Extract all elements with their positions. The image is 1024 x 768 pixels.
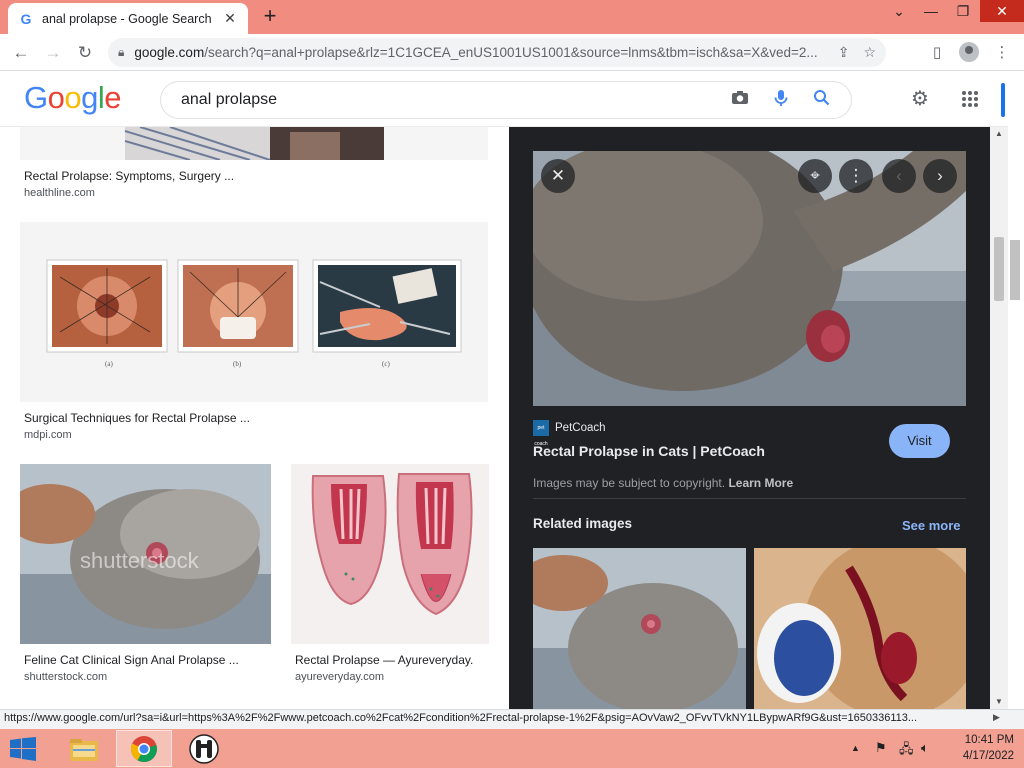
back-button[interactable]: ← (8, 40, 34, 66)
result-caption[interactable]: Rectal Prolapse: Symptoms, Surgery ... (24, 169, 234, 183)
url-host: google.com (134, 45, 205, 60)
result-source[interactable]: shutterstock.com (24, 671, 107, 683)
tab-search-chevron-icon[interactable]: ⌄ (882, 0, 916, 22)
image-results-grid: Rectal Prolapse: Symptoms, Surgery ... h… (0, 127, 509, 709)
app-taskbar-icon[interactable] (176, 730, 232, 767)
address-bar[interactable]: 🔒︎ google.com/search?q=anal+prolapse&rlz… (108, 38, 886, 67)
reload-button[interactable]: ↻ (72, 40, 98, 66)
logo-letter: e (104, 80, 122, 115)
learn-more-link[interactable]: Learn More (728, 476, 793, 490)
tray-overflow-icon[interactable]: ▲ (851, 743, 860, 753)
clock-date: 4/17/2022 (962, 750, 1014, 762)
logo-letter: o (64, 80, 82, 115)
status-bar: https://www.google.com/url?sa=i&url=http… (0, 709, 1024, 729)
google-header: Google anal prolapse ⚙ (0, 71, 1008, 127)
scroll-up-arrow-icon[interactable]: ▲ (990, 127, 1008, 141)
result-source[interactable]: mdpi.com (24, 429, 72, 441)
related-image[interactable] (533, 548, 746, 709)
related-images-heading: Related images (533, 516, 633, 531)
volume-icon[interactable]: 🔈︎ (921, 740, 929, 756)
copyright-notice: Images may be subject to copyright. Lear… (533, 476, 793, 490)
google-favicon-icon: G (20, 10, 32, 27)
status-link-url: https://www.google.com/url?sa=i&url=http… (4, 712, 918, 724)
shutterstock-watermark: shutterstock (80, 548, 200, 573)
divider (533, 498, 966, 499)
tab-close-icon[interactable]: ✕ (222, 10, 238, 27)
camera-lens-icon[interactable] (728, 88, 752, 112)
browser-titlebar: G anal prolapse - Google Search ✕ + ⌄ — … (0, 0, 1024, 34)
close-preview-icon[interactable]: ✕ (541, 159, 575, 193)
result-caption[interactable]: Surgical Techniques for Rectal Prolapse … (24, 411, 250, 425)
lens-search-icon[interactable]: ⌖ (798, 159, 832, 193)
result-caption[interactable]: Feline Cat Clinical Sign Anal Prolapse .… (24, 653, 239, 667)
more-options-icon[interactable]: ⋮ (839, 159, 873, 193)
flag-notification-icon[interactable]: ⚑ (875, 740, 887, 756)
screen: G anal prolapse - Google Search ✕ + ⌄ — … (0, 0, 1024, 768)
address-url[interactable]: google.com/search?q=anal+prolapse&rlz=1C… (134, 45, 823, 60)
search-input[interactable]: anal prolapse (181, 91, 728, 109)
petcoach-logo-icon: pet coach (533, 420, 549, 447)
logo-letter: G (24, 80, 48, 115)
google-logo[interactable]: Google (24, 80, 122, 116)
see-more-link[interactable]: See more (902, 518, 961, 533)
result-source[interactable]: ayureveryday.com (295, 671, 384, 683)
browser-toolbar: ← → ↻ 🔒︎ google.com/search?q=anal+prolap… (0, 34, 1024, 71)
source-site-name: PetCoach (555, 422, 606, 434)
settings-gear-icon[interactable]: ⚙ (908, 87, 932, 111)
microphone-icon[interactable] (769, 88, 793, 112)
file-explorer-icon[interactable] (56, 730, 112, 767)
profile-avatar[interactable] (959, 42, 979, 62)
lock-icon[interactable]: 🔒︎ (118, 45, 124, 60)
source-site[interactable]: pet coach PetCoach (533, 420, 606, 447)
figure-label: (c) (382, 360, 390, 368)
scroll-right-arrow-icon[interactable]: ▶ (993, 712, 1000, 723)
browser-menu-icon[interactable]: ⋮ (990, 41, 1014, 65)
minimize-button[interactable]: — (914, 0, 948, 22)
sign-in-button-edge[interactable] (1001, 83, 1005, 117)
system-clock[interactable]: 10:41 PM 4/17/2022 (944, 732, 1014, 764)
visit-button[interactable]: Visit (889, 424, 950, 458)
figure-label: (a) (105, 360, 113, 368)
close-window-button[interactable]: ✕ (980, 0, 1024, 22)
windows-start-icon[interactable] (10, 737, 36, 761)
result-thumbnail[interactable] (291, 464, 489, 644)
url-path: /search?q=anal+prolapse&rlz=1C1GCEA_enUS… (204, 45, 818, 60)
preview-image[interactable]: ✕ ⌖ ⋮ ‹ › (533, 151, 966, 406)
search-box[interactable]: anal prolapse (160, 81, 852, 119)
scroll-down-arrow-icon[interactable]: ▼ (990, 695, 1008, 709)
result-thumbnail[interactable] (20, 127, 488, 160)
page-scroll-thumb[interactable] (1010, 240, 1020, 300)
related-image[interactable] (754, 548, 966, 709)
logo-letter: g (81, 80, 98, 115)
browser-tab[interactable]: G anal prolapse - Google Search ✕ (8, 3, 248, 34)
result-thumbnail[interactable]: (a) (b) (c) (20, 222, 488, 402)
previous-image-icon[interactable]: ‹ (882, 159, 916, 193)
search-icon[interactable] (810, 88, 834, 112)
next-image-icon[interactable]: › (923, 159, 957, 193)
forward-button[interactable]: → (40, 40, 66, 66)
preview-title[interactable]: Rectal Prolapse in Cats | PetCoach (533, 443, 765, 459)
chrome-taskbar-icon[interactable] (116, 730, 172, 767)
windows-taskbar: ▲ ⚑ 🖧︎ 🔈︎ 10:41 PM 4/17/2022 (0, 729, 1024, 768)
apps-grid-icon[interactable] (958, 87, 982, 111)
copyright-text: Images may be subject to copyright. (533, 476, 726, 490)
logo-letter: o (47, 80, 65, 115)
tab-title: anal prolapse - Google Search (42, 11, 212, 26)
bookmark-star-icon[interactable]: ☆ (863, 44, 876, 61)
figure-label: (b) (233, 360, 242, 368)
image-preview-panel: ✕ ⌖ ⋮ ‹ › pet coach PetCoach Rectal Prol… (509, 127, 990, 709)
share-icon[interactable]: ⇪ (838, 44, 850, 61)
results-scrollbar[interactable]: ▲ ▼ (990, 127, 1008, 709)
result-thumbnail[interactable]: shutterstock (20, 464, 271, 644)
new-tab-button[interactable]: + (258, 4, 282, 28)
scroll-thumb[interactable] (994, 237, 1004, 301)
clock-time: 10:41 PM (964, 734, 1014, 746)
restore-button[interactable]: ❐ (946, 0, 980, 22)
result-source[interactable]: healthline.com (24, 187, 95, 199)
page-scrollbar[interactable] (1008, 71, 1024, 709)
result-caption[interactable]: Rectal Prolapse — Ayureveryday. (295, 653, 473, 667)
side-panel-icon[interactable]: ▯ (925, 41, 949, 65)
network-icon[interactable]: 🖧︎ (899, 740, 914, 762)
